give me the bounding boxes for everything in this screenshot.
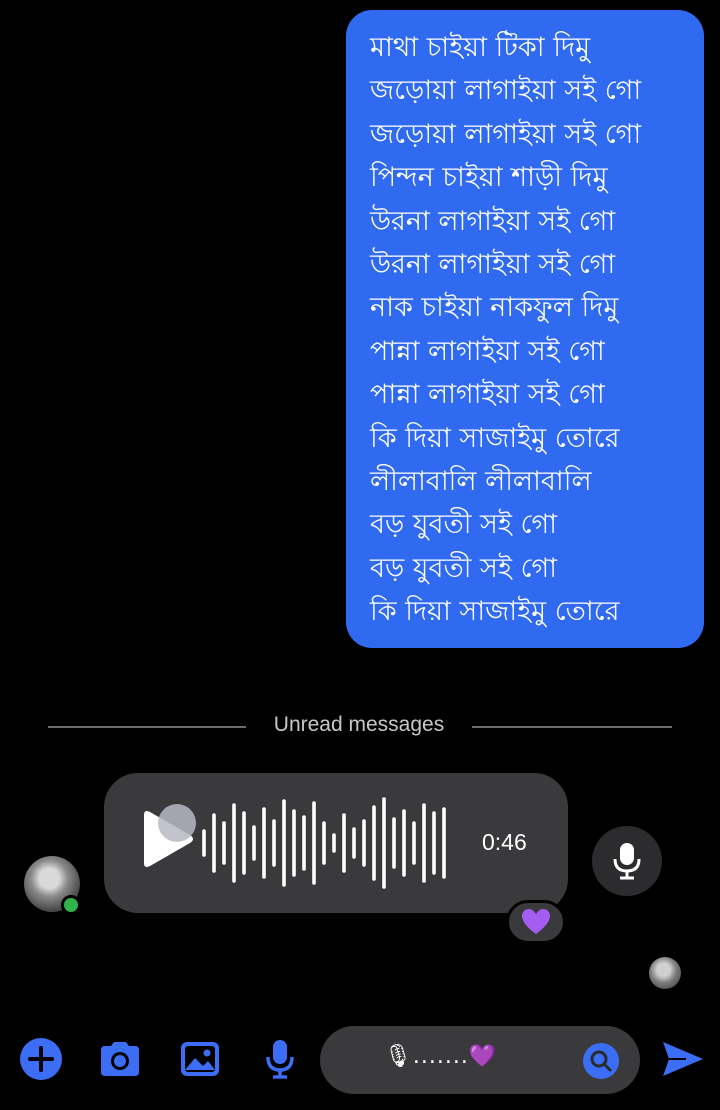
plus-button[interactable] (18, 1036, 64, 1082)
message-line: মাথা চাইয়া টিকা দিমু (370, 32, 591, 63)
message-line: উরনা লাগাইয়া সই গো (370, 249, 616, 281)
purple-heart-icon (522, 909, 550, 934)
divider-line-right (472, 726, 672, 728)
voice-message-bubble[interactable]: 0:46 (104, 773, 568, 913)
message-line: কি দিয়া সাজাইমু তোরে (370, 596, 620, 628)
sent-message-bubble[interactable]: মাথা চাইয়া টিকা দিমু জড়োয়া লাগাইয়া স… (346, 10, 704, 648)
heart-reaction[interactable] (506, 900, 566, 944)
message-line: কি দিয়া সাজাইমু তোরে (370, 422, 620, 454)
plus-icon (20, 1038, 62, 1080)
voice-duration: 0:46 (482, 829, 527, 855)
message-line: পান্না লাগাইয়া সই গো (370, 335, 605, 367)
gallery-button[interactable] (177, 1036, 223, 1082)
message-line: পিন্দন চাইয়া শাড়ী দিমু (370, 162, 608, 194)
camera-icon (101, 1042, 139, 1076)
image-icon (181, 1042, 219, 1076)
microphone-icon (613, 843, 641, 880)
message-input-text: 🎙.......💜 (384, 1044, 498, 1069)
message-line: নাক চাইয়া নাকফুল দিমু (370, 292, 619, 324)
unread-messages-label: Unread messages (273, 713, 445, 736)
message-line: উরনা লাগাইয়া সই গো (370, 205, 616, 237)
message-line: বড় যুবতী সই গো (370, 552, 557, 584)
online-status-dot (61, 895, 81, 915)
search-icon[interactable] (582, 1042, 620, 1080)
message-line: জড়োয়া লাগাইয়া সই গো (370, 75, 642, 107)
microphone-icon (266, 1040, 294, 1079)
camera-button[interactable] (97, 1036, 143, 1082)
divider-line-left (48, 726, 246, 728)
voice-record-button[interactable] (592, 826, 662, 896)
send-icon[interactable] (660, 1036, 706, 1082)
message-input[interactable]: 🎙.......💜 (320, 1026, 640, 1094)
message-line: জড়োয়া লাগাইয়া সই গো (370, 118, 642, 150)
message-line: পান্না লাগাইয়া সই গো (370, 379, 605, 411)
playback-scrubber-knob[interactable] (158, 804, 196, 842)
waveform[interactable] (200, 793, 454, 893)
message-line: লীলাবালি লীলাবালি (370, 466, 592, 498)
voice-clip-button[interactable] (257, 1036, 303, 1082)
message-line: বড় যুবতী সই গো (370, 509, 557, 541)
seen-avatar (649, 957, 681, 989)
